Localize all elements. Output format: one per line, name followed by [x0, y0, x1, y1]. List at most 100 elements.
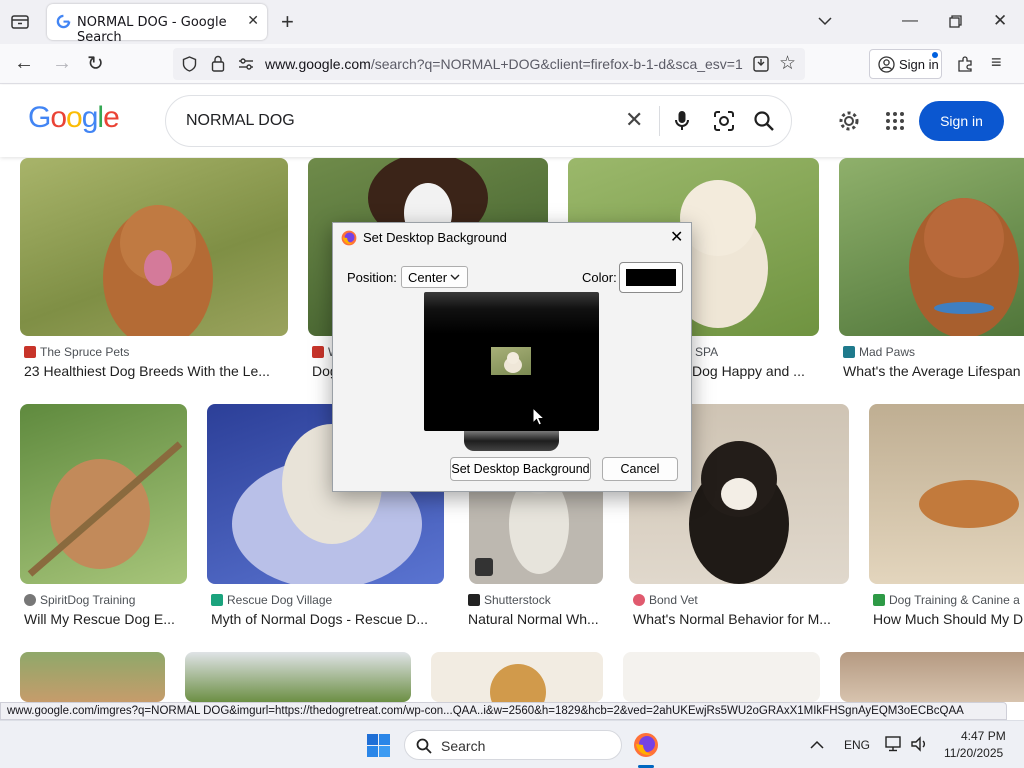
dog-photo-1 [103, 205, 213, 336]
site-favicon-icon [873, 594, 885, 606]
show-hidden-icons-icon[interactable] [810, 740, 824, 749]
result-image-12[interactable] [431, 652, 603, 702]
tab-bar: NORMAL DOG - Google Search ✕ + — ✕ [0, 0, 1024, 45]
chevron-down-icon [450, 274, 460, 280]
google-apps-icon[interactable] [885, 111, 905, 131]
input-language[interactable]: ENG [844, 738, 870, 752]
dialog-close-icon[interactable]: ✕ [670, 227, 683, 247]
result-image-9[interactable] [869, 404, 1024, 584]
result-caption-1[interactable]: 23 Healthiest Dog Breeds With the Le... [24, 363, 286, 379]
google-sign-in-button[interactable]: Sign in [919, 101, 1004, 141]
google-logo[interactable]: Google [28, 101, 120, 135]
site-favicon-icon [24, 594, 36, 606]
bookmark-star-icon[interactable]: ☆ [779, 52, 796, 75]
tab-list-icon[interactable] [11, 14, 29, 30]
windows-start-icon[interactable] [367, 734, 390, 757]
tab-title: NORMAL DOG - Google Search [77, 15, 227, 45]
dog-photo-12 [490, 664, 546, 702]
paw-icon [211, 594, 223, 606]
google-header: Google NORMAL DOG ✕ Sign in [0, 85, 1024, 157]
cancel-button[interactable]: Cancel [602, 457, 678, 481]
restore-icon[interactable] [949, 15, 962, 28]
result-caption-9[interactable]: How Much Should My D [873, 611, 1024, 627]
page-permissions-icon[interactable] [238, 57, 254, 71]
link-status-bar: www.google.com/imgres?q=NORMAL DOG&imgur… [0, 702, 1007, 720]
back-icon[interactable]: ← [14, 52, 34, 75]
color-swatch [626, 269, 676, 286]
result-source-4[interactable]: Mad Paws [843, 345, 915, 359]
reload-icon[interactable]: ↻ [87, 51, 104, 76]
account-icon [878, 56, 895, 73]
voice-search-icon[interactable] [674, 110, 690, 132]
tab-google-search[interactable]: NORMAL DOG - Google Search ✕ [47, 4, 267, 45]
result-image-4[interactable] [839, 158, 1024, 336]
extensions-icon[interactable] [956, 55, 974, 73]
windows-taskbar: Search ENG 4:47 PM 11/20/2025 [0, 720, 1024, 768]
result-source-1[interactable]: The Spruce Pets [24, 345, 129, 359]
site-favicon-icon [312, 346, 324, 358]
new-tab-icon[interactable]: + [281, 9, 294, 35]
result-image-5[interactable] [20, 404, 187, 584]
result-source-5[interactable]: SpiritDog Training [24, 593, 135, 607]
result-image-11[interactable] [185, 652, 411, 702]
firefox-icon[interactable] [633, 732, 659, 758]
taskbar-search[interactable]: Search [404, 730, 622, 760]
lens-search-icon[interactable] [713, 110, 735, 132]
clear-search-icon[interactable]: ✕ [625, 107, 643, 133]
result-source-3[interactable]: SPA [695, 345, 718, 359]
preview-dog-photo [504, 352, 522, 373]
settings-gear-icon[interactable] [838, 110, 860, 132]
result-caption-8[interactable]: What's Normal Behavior for M... [633, 611, 848, 627]
wallpaper-preview-image [491, 347, 531, 375]
minimize-icon[interactable]: — [902, 12, 918, 30]
monitor-stand [464, 431, 559, 451]
paw-icon [24, 346, 36, 358]
display-icon[interactable] [885, 736, 903, 752]
result-caption-4[interactable]: What's the Average Lifespan [843, 363, 1024, 379]
search-divider [659, 106, 660, 136]
color-picker-button[interactable] [619, 262, 683, 293]
result-caption-7[interactable]: Natural Normal Wh... [468, 611, 605, 627]
network-volume-icon[interactable] [910, 736, 930, 752]
search-input[interactable]: NORMAL DOG [186, 112, 295, 130]
clock-date[interactable]: 11/20/2025 [944, 746, 1003, 760]
position-label: Position: [347, 270, 397, 285]
result-image-10[interactable] [20, 652, 165, 702]
notification-dot [932, 52, 938, 58]
tracking-protection-icon[interactable] [182, 56, 197, 72]
set-desktop-background-button[interactable]: Set Desktop Background [450, 457, 591, 481]
url-text: www.google.com/search?q=NORMAL+DOG&clien… [265, 56, 743, 72]
search-icon[interactable] [753, 110, 775, 132]
menu-icon[interactable]: ≡ [991, 52, 1002, 73]
lock-icon[interactable] [211, 55, 225, 72]
search-box[interactable]: NORMAL DOG ✕ [165, 95, 792, 147]
result-caption-5[interactable]: Will My Rescue Dog E... [24, 611, 184, 627]
dog-photo-9 [919, 480, 1019, 528]
taskbar-search-placeholder: Search [441, 738, 486, 754]
result-image-14[interactable] [840, 652, 1024, 702]
position-select[interactable]: Center [401, 266, 468, 288]
tab-close-icon[interactable]: ✕ [247, 12, 259, 29]
dog-photo-5 [27, 441, 183, 577]
result-caption-6[interactable]: Myth of Normal Dogs - Rescue D... [211, 611, 443, 627]
firefox-sign-in-label: Sign in [899, 57, 939, 72]
result-source-8[interactable]: Bond Vet [633, 593, 698, 607]
site-favicon-icon [843, 346, 855, 358]
result-source-6[interactable]: Rescue Dog Village [211, 593, 332, 607]
firefox-dialog-icon [341, 230, 357, 246]
save-to-pocket-icon[interactable] [753, 56, 769, 72]
color-label: Color: [582, 270, 617, 285]
google-favicon-icon [56, 14, 71, 29]
address-bar[interactable]: www.google.com/search?q=NORMAL+DOG&clien… [173, 48, 805, 80]
result-source-9[interactable]: Dog Training & Canine a [873, 593, 1024, 607]
firefox-sign-in-button[interactable]: Sign in [869, 49, 942, 79]
result-source-7[interactable]: Shutterstock [468, 593, 551, 607]
result-caption-3[interactable]: Dog Happy and ... [692, 363, 817, 379]
window-close-icon[interactable]: ✕ [993, 11, 1007, 31]
result-image-1[interactable] [20, 158, 288, 336]
result-caption-2[interactable]: Dog [312, 363, 332, 379]
list-all-tabs-icon[interactable] [818, 16, 832, 26]
forward-icon[interactable]: → [52, 52, 72, 75]
clock-time[interactable]: 4:47 PM [961, 729, 1006, 743]
result-image-13[interactable] [623, 652, 820, 702]
